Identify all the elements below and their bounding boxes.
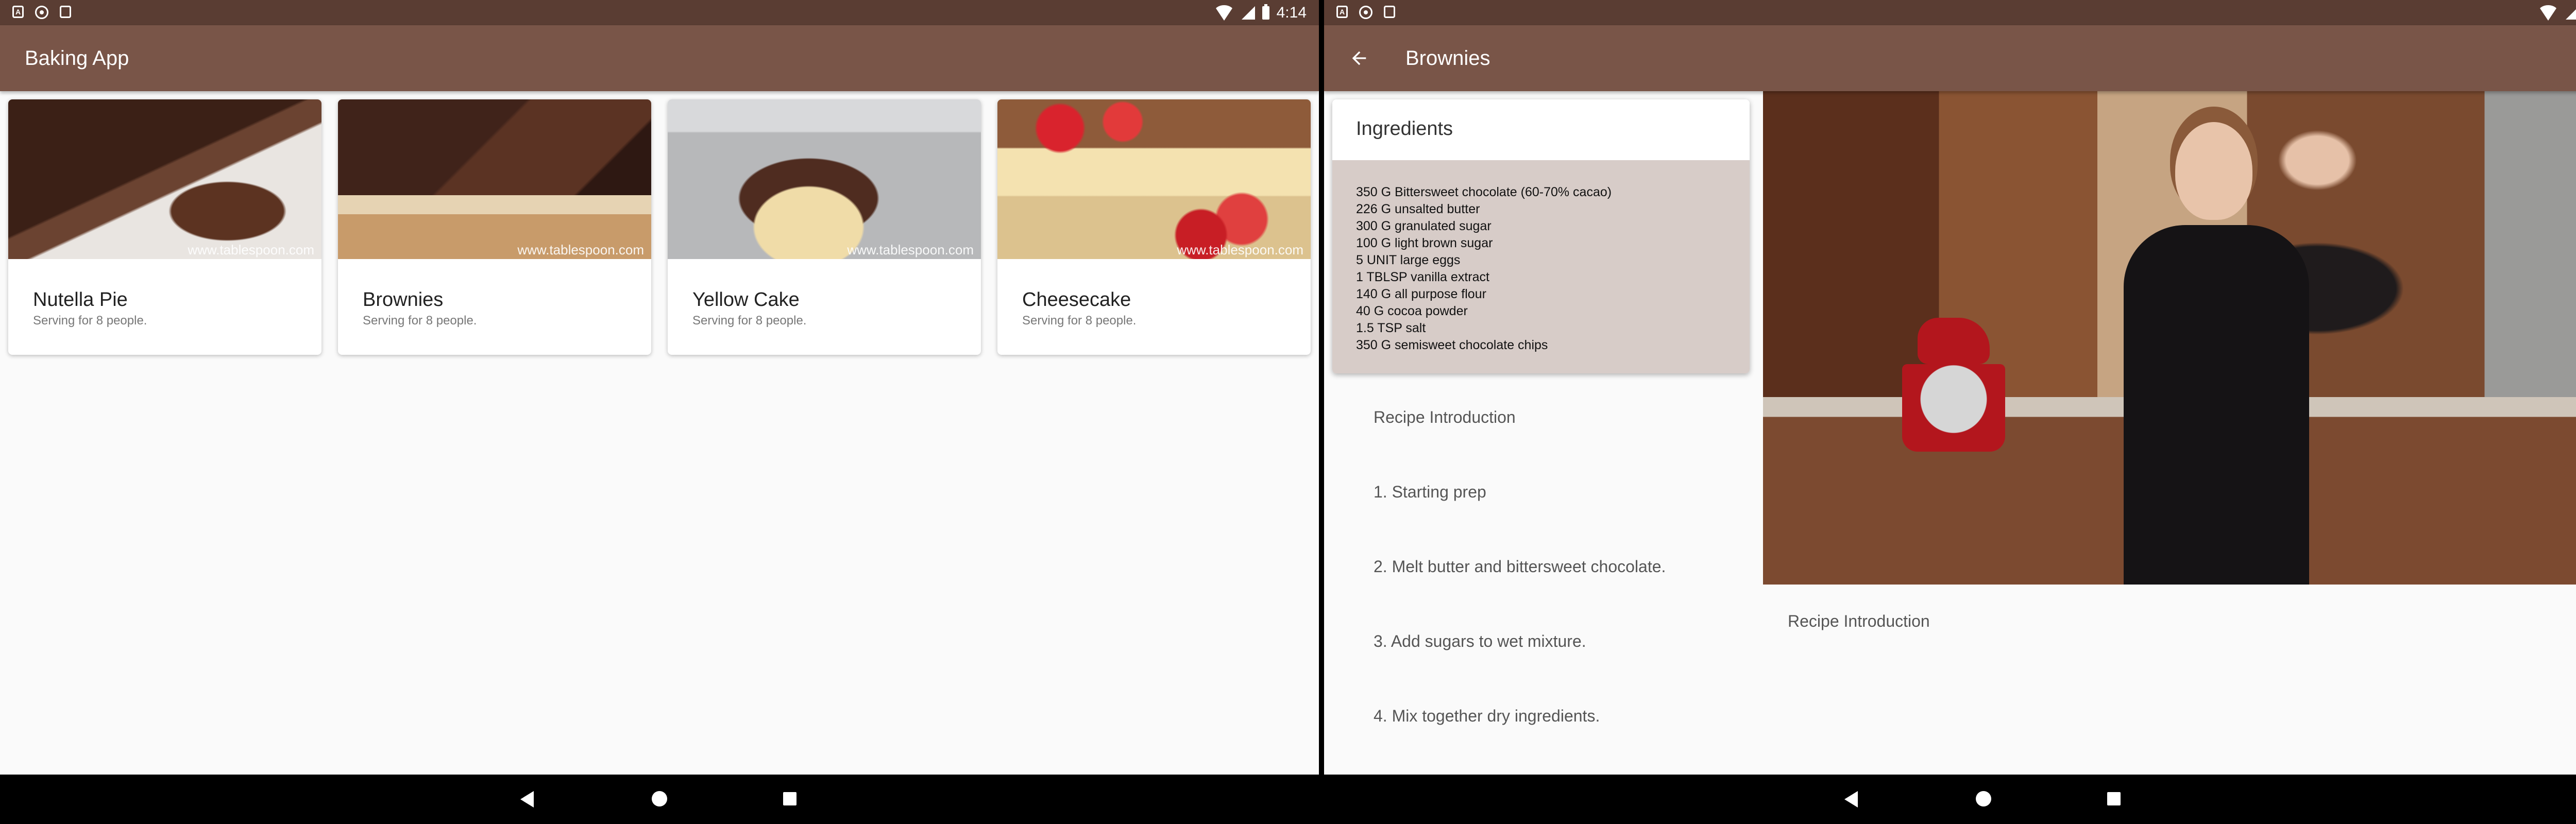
step-item-2[interactable]: 2. Melt butter and bittersweet chocolate… bbox=[1374, 557, 1666, 576]
stand-mixer-image bbox=[1902, 318, 2005, 452]
recipe-list-screen: A 4:14 Baking App www.tablespoon.com Nut… bbox=[0, 0, 1319, 824]
ingredient-item: 226 G unsalted butter bbox=[1356, 202, 1480, 216]
step-item-1[interactable]: 1. Starting prep bbox=[1374, 483, 1486, 502]
notification-a-icon: A bbox=[1336, 6, 1348, 18]
app-bar: Baking App bbox=[0, 25, 1319, 91]
recipe-image: www.tablespoon.com bbox=[997, 99, 1311, 259]
wifi-icon bbox=[2537, 5, 2558, 21]
nav-home-icon[interactable] bbox=[1976, 791, 1991, 806]
app-title: Baking App bbox=[25, 47, 129, 70]
image-watermark: www.tablespoon.com bbox=[1177, 242, 1303, 258]
recipe-serving: Serving for 8 people. bbox=[33, 314, 147, 328]
ingredients-title: Ingredients bbox=[1356, 118, 1453, 140]
image-watermark: www.tablespoon.com bbox=[188, 242, 314, 258]
battery-icon bbox=[1262, 4, 1269, 20]
nav-home-icon[interactable] bbox=[652, 791, 667, 806]
status-bar: A 4:14 bbox=[1324, 0, 2576, 25]
navigation-bar bbox=[0, 775, 1319, 824]
recipe-card-brownies[interactable]: www.tablespoon.com Brownies Serving for … bbox=[338, 99, 651, 355]
recipe-card-list: www.tablespoon.com Nutella Pie Serving f… bbox=[8, 99, 1311, 355]
video-player[interactable] bbox=[1763, 91, 2576, 585]
recipe-serving: Serving for 8 people. bbox=[363, 314, 477, 328]
ingredient-item: 300 G granulated sugar bbox=[1356, 219, 1492, 233]
recipe-card-yellow-cake[interactable]: www.tablespoon.com Yellow Cake Serving f… bbox=[668, 99, 981, 355]
recipe-name: Yellow Cake bbox=[692, 289, 800, 311]
ingredients-list: 350 G Bittersweet chocolate (60-70% caca… bbox=[1356, 184, 1612, 354]
step-item-intro[interactable]: Recipe Introduction bbox=[1374, 408, 1516, 427]
wifi-icon bbox=[1213, 5, 1234, 21]
app-bar: Brownies bbox=[1324, 25, 2576, 91]
back-arrow-icon[interactable] bbox=[1349, 48, 1369, 68]
ingredient-item: 140 G all purpose flour bbox=[1356, 287, 1486, 301]
ingredient-item: 100 G light brown sugar bbox=[1356, 236, 1493, 250]
recipe-serving: Serving for 8 people. bbox=[1022, 314, 1137, 328]
ingredient-item: 1.5 TSP salt bbox=[1356, 321, 1426, 335]
signal-icon bbox=[2565, 6, 2576, 20]
recipe-name: Nutella Pie bbox=[33, 289, 128, 311]
ingredients-body: 350 G Bittersweet chocolate (60-70% caca… bbox=[1332, 160, 1750, 373]
nav-back-icon[interactable] bbox=[520, 791, 534, 808]
recipe-name: Cheesecake bbox=[1022, 289, 1131, 311]
sd-card-icon bbox=[1384, 6, 1395, 18]
recipe-serving: Serving for 8 people. bbox=[692, 314, 807, 328]
recipe-image: www.tablespoon.com bbox=[668, 99, 981, 259]
ingredients-card[interactable]: Ingredients 350 G Bittersweet chocolate … bbox=[1332, 99, 1750, 373]
image-watermark: www.tablespoon.com bbox=[517, 242, 644, 258]
sd-card-icon bbox=[60, 6, 71, 18]
recipe-card-nutella-pie[interactable]: www.tablespoon.com Nutella Pie Serving f… bbox=[8, 99, 321, 355]
recipe-image: www.tablespoon.com bbox=[8, 99, 321, 259]
recipe-name: Brownies bbox=[363, 289, 444, 311]
presenter-image bbox=[2124, 122, 2309, 585]
step-list-pane: Ingredients 350 G Bittersweet chocolate … bbox=[1324, 91, 1758, 775]
nav-recents-icon[interactable] bbox=[783, 792, 796, 805]
recipe-title: Brownies bbox=[1405, 47, 1490, 70]
recipe-image: www.tablespoon.com bbox=[338, 99, 651, 259]
notification-circle-icon bbox=[35, 6, 48, 19]
ingredient-item: 1 TBLSP vanilla extract bbox=[1356, 270, 1489, 284]
navigation-bar bbox=[1324, 775, 2576, 824]
status-bar: A 4:14 bbox=[0, 0, 1319, 25]
step-description: Recipe Introduction bbox=[1788, 612, 1930, 630]
notification-circle-icon bbox=[1359, 6, 1372, 19]
signal-icon bbox=[1241, 6, 1255, 20]
image-watermark: www.tablespoon.com bbox=[847, 242, 974, 258]
recipe-card-cheesecake[interactable]: www.tablespoon.com Cheesecake Serving fo… bbox=[997, 99, 1311, 355]
ingredient-item: 350 G Bittersweet chocolate (60-70% caca… bbox=[1356, 185, 1612, 199]
nav-back-icon[interactable] bbox=[1844, 791, 1858, 808]
step-item-3[interactable]: 3. Add sugars to wet mixture. bbox=[1374, 632, 1586, 651]
ingredient-item: 350 G semisweet chocolate chips bbox=[1356, 338, 1548, 352]
step-item-4[interactable]: 4. Mix together dry ingredients. bbox=[1374, 707, 1600, 726]
status-time: 4:14 bbox=[1276, 4, 1307, 21]
notification-a-icon: A bbox=[12, 6, 24, 18]
recipe-detail-screen: A 4:14 Brownies Ingredients 350 G Bitter… bbox=[1324, 0, 2576, 824]
nav-recents-icon[interactable] bbox=[2107, 792, 2121, 805]
ingredient-item: 5 UNIT large eggs bbox=[1356, 253, 1461, 267]
ingredient-item: 40 G cocoa powder bbox=[1356, 304, 1468, 318]
